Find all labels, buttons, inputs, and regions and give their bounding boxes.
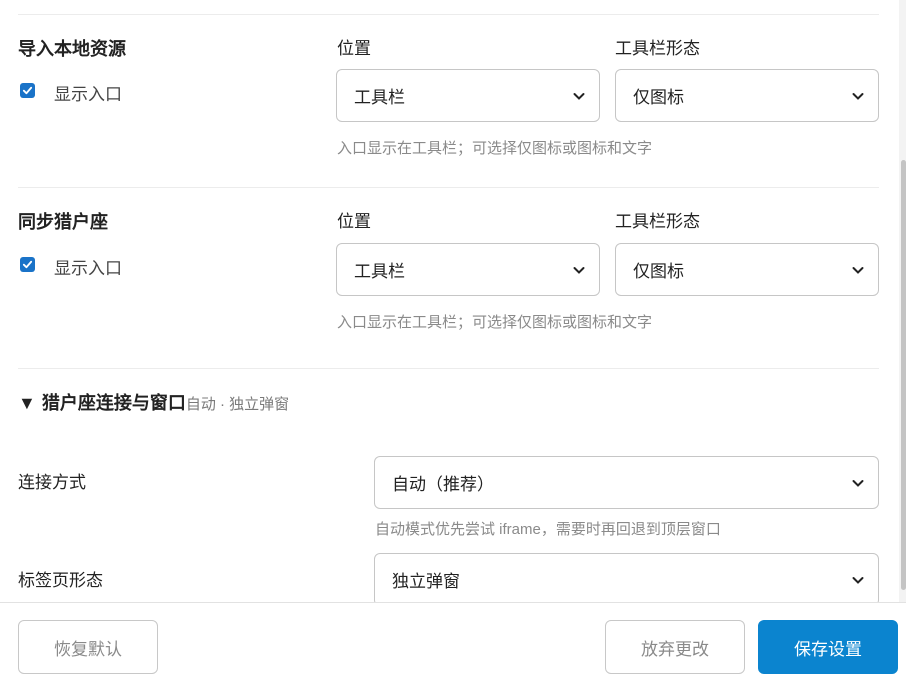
- toolbar-form-select-value: 仅图标: [633, 262, 684, 281]
- toolbar-form-label: 工具栏形态: [615, 39, 700, 58]
- chevron-down-icon: [573, 267, 585, 274]
- connect-mode-value: 自动（推荐）: [392, 475, 494, 494]
- chevron-down-icon: [573, 93, 585, 100]
- reset-defaults-button[interactable]: 恢复默认: [18, 620, 158, 674]
- footer-bar: 恢复默认 放弃更改 保存设置: [0, 602, 906, 691]
- settings-scroll-area[interactable]: 导入本地资源 显示入口 位置 工具栏形态 工具栏 仅图标 入口显示在工具栏；可选…: [0, 0, 906, 602]
- tab-form-select[interactable]: 独立弹窗: [374, 553, 879, 602]
- chevron-down-icon: [852, 577, 864, 584]
- group-summary: 自动 · 独立弹窗: [185, 396, 290, 413]
- position-label: 位置: [337, 212, 371, 231]
- position-select-value: 工具栏: [354, 262, 405, 281]
- toolbar-form-label: 工具栏形态: [615, 212, 700, 231]
- connect-mode-hint: 自动模式优先尝试 iframe，需要时再回退到顶层窗口: [375, 521, 721, 538]
- toolbar-form-select-value: 仅图标: [633, 88, 684, 107]
- connect-mode-select[interactable]: 自动（推荐）: [374, 456, 879, 509]
- save-settings-button[interactable]: 保存设置: [758, 620, 898, 674]
- discard-changes-button[interactable]: 放弃更改: [605, 620, 745, 674]
- tab-form-value: 独立弹窗: [392, 572, 460, 591]
- divider: [18, 368, 879, 369]
- checkmark-icon: [22, 260, 33, 269]
- divider: [18, 14, 879, 15]
- collapse-triangle-icon: ▼: [18, 393, 36, 413]
- section-title-import-local: 导入本地资源: [18, 39, 126, 59]
- position-select-import-local[interactable]: 工具栏: [336, 69, 600, 122]
- chevron-down-icon: [852, 93, 864, 100]
- show-entry-checkbox-sync-hunter[interactable]: [20, 257, 35, 272]
- connect-mode-label: 连接方式: [18, 473, 86, 492]
- chevron-down-icon: [852, 480, 864, 487]
- toolbar-form-select-import-local[interactable]: 仅图标: [615, 69, 879, 122]
- show-entry-label: 显示入口: [54, 259, 122, 278]
- checkmark-icon: [22, 86, 33, 95]
- position-select-value: 工具栏: [354, 88, 405, 107]
- scrollbar-thumb[interactable]: [901, 160, 906, 590]
- divider: [18, 187, 879, 188]
- chevron-down-icon: [852, 267, 864, 274]
- entry-hint: 入口显示在工具栏；可选择仅图标或图标和文字: [337, 140, 653, 157]
- section-title-sync-hunter: 同步猎户座: [18, 212, 108, 232]
- toolbar-form-select-sync-hunter[interactable]: 仅图标: [615, 243, 879, 296]
- group-title: 猎户座连接与窗口: [41, 393, 186, 413]
- connection-group-toggle[interactable]: ▼ 猎户座连接与窗口 自动 · 独立弹窗: [18, 389, 289, 415]
- tab-form-label: 标签页形态: [18, 571, 103, 590]
- position-select-sync-hunter[interactable]: 工具栏: [336, 243, 600, 296]
- entry-hint: 入口显示在工具栏；可选择仅图标或图标和文字: [337, 314, 653, 331]
- show-entry-checkbox-import-local[interactable]: [20, 83, 35, 98]
- position-label: 位置: [337, 39, 371, 58]
- show-entry-label: 显示入口: [54, 85, 122, 104]
